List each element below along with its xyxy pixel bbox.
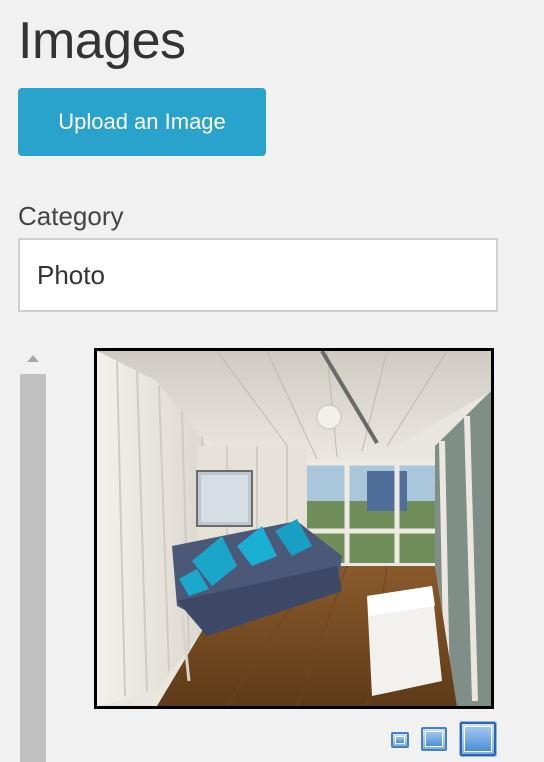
scroll-up-button[interactable]	[20, 344, 46, 374]
large-thumbnail-icon	[464, 726, 492, 752]
page-title: Images	[18, 12, 186, 70]
triangle-up-icon	[27, 355, 39, 362]
porch-photo	[97, 351, 491, 706]
upload-image-button[interactable]: Upload an Image	[18, 88, 266, 156]
image-manager-page: Images Upload an Image Category	[0, 0, 544, 762]
category-input[interactable]	[18, 238, 498, 312]
medium-thumbnail-icon	[425, 731, 443, 747]
size-medium-button[interactable]	[421, 727, 447, 751]
vertical-scrollbar[interactable]	[20, 344, 46, 762]
scrollbar-thumb[interactable]	[20, 374, 46, 762]
category-label: Category	[18, 201, 124, 231]
size-large-button[interactable]	[460, 722, 496, 756]
small-thumbnail-icon	[395, 736, 405, 744]
image-preview[interactable]	[94, 348, 494, 709]
size-small-button[interactable]	[391, 732, 409, 748]
